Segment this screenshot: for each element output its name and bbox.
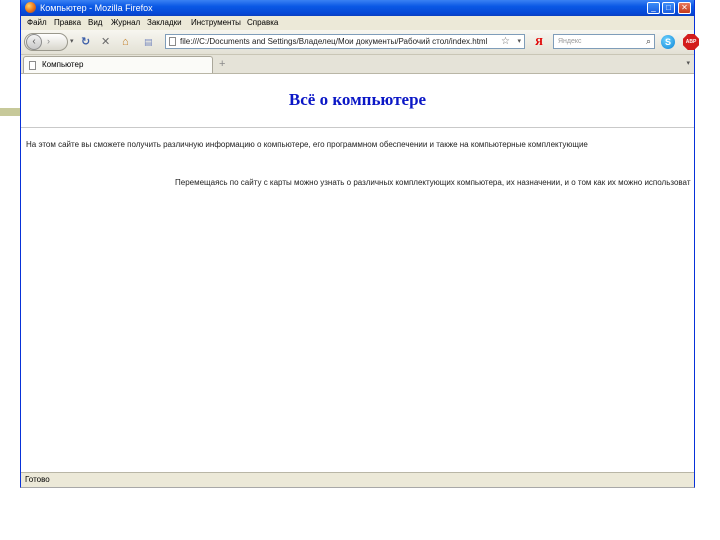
page-content: Всё о компьютере На этом сайте вы сможет… bbox=[21, 74, 694, 472]
tab-list-icon[interactable]: ▾ bbox=[686, 55, 690, 73]
page-heading: Всё о компьютере bbox=[288, 90, 427, 109]
new-tab-icon[interactable]: + bbox=[219, 55, 225, 73]
search-box[interactable]: Яндекс ⌕ bbox=[553, 34, 655, 49]
second-paragraph: Перемещаясь по сайту с карты можно узнат… bbox=[175, 178, 691, 187]
address-bar[interactable]: file:///C:/Documents and Settings/Владел… bbox=[165, 34, 525, 49]
menu-tools[interactable]: Инструменты bbox=[191, 16, 241, 30]
slide-edge-mark bbox=[0, 108, 20, 116]
menu-bar: Файл Правка Вид Журнал Закладки Инструме… bbox=[21, 16, 694, 30]
menu-file[interactable]: Файл bbox=[27, 16, 47, 30]
navigation-toolbar: ‹ › ▾ ↻ ✕ ⌂ ▤ file:///C:/Documents and S… bbox=[21, 30, 699, 55]
menu-edit[interactable]: Правка bbox=[54, 16, 81, 30]
address-dropdown-icon[interactable]: ▾ bbox=[517, 35, 521, 48]
forward-arrow-icon[interactable]: › bbox=[47, 36, 50, 46]
tab-label: Компьютер bbox=[42, 60, 84, 69]
home-icon[interactable]: ⌂ bbox=[122, 35, 129, 49]
tab-bar: Компьютер + ▾ bbox=[21, 55, 694, 74]
status-text: Готово bbox=[25, 475, 50, 484]
yandex-engine-icon[interactable]: Я bbox=[535, 36, 543, 48]
status-bar: Готово bbox=[21, 472, 694, 487]
menu-bookmarks[interactable]: Закладки bbox=[147, 16, 182, 30]
reload-icon[interactable]: ↻ bbox=[81, 35, 90, 49]
search-placeholder: Яндекс bbox=[558, 38, 582, 45]
menu-help[interactable]: Справка bbox=[247, 16, 278, 30]
menu-history[interactable]: Журнал bbox=[111, 16, 140, 30]
title-bar: Компьютер - Mozilla Firefox _ □ ✕ bbox=[21, 0, 694, 16]
minimize-button[interactable]: _ bbox=[647, 2, 660, 14]
close-button[interactable]: ✕ bbox=[678, 2, 691, 14]
back-forward-group: ‹ › bbox=[24, 33, 68, 51]
page-icon bbox=[169, 37, 176, 46]
skype-icon[interactable]: S bbox=[661, 35, 675, 49]
bookmark-star-icon[interactable]: ☆ bbox=[501, 35, 510, 48]
intro-paragraph: На этом сайте вы сможете получить различ… bbox=[26, 140, 588, 149]
firefox-window: Компьютер - Mozilla Firefox _ □ ✕ Файл П… bbox=[20, 0, 699, 488]
tab-computer[interactable]: Компьютер bbox=[23, 56, 213, 73]
adblock-plus-icon[interactable]: ABP bbox=[683, 34, 699, 50]
heading-divider bbox=[21, 127, 694, 128]
address-text[interactable]: file:///C:/Documents and Settings/Владел… bbox=[180, 35, 490, 48]
firefox-icon bbox=[25, 2, 36, 13]
maximize-button[interactable]: □ bbox=[662, 2, 675, 14]
bookmarks-icon[interactable]: ▤ bbox=[144, 35, 153, 49]
back-arrow-icon[interactable]: ‹ bbox=[26, 34, 42, 50]
history-dropdown-icon[interactable]: ▾ bbox=[70, 35, 74, 49]
menu-view[interactable]: Вид bbox=[88, 16, 102, 30]
stop-icon[interactable]: ✕ bbox=[101, 35, 110, 49]
tab-page-icon bbox=[29, 61, 36, 70]
window-title: Компьютер - Mozilla Firefox bbox=[40, 3, 153, 13]
search-icon[interactable]: ⌕ bbox=[646, 35, 651, 48]
